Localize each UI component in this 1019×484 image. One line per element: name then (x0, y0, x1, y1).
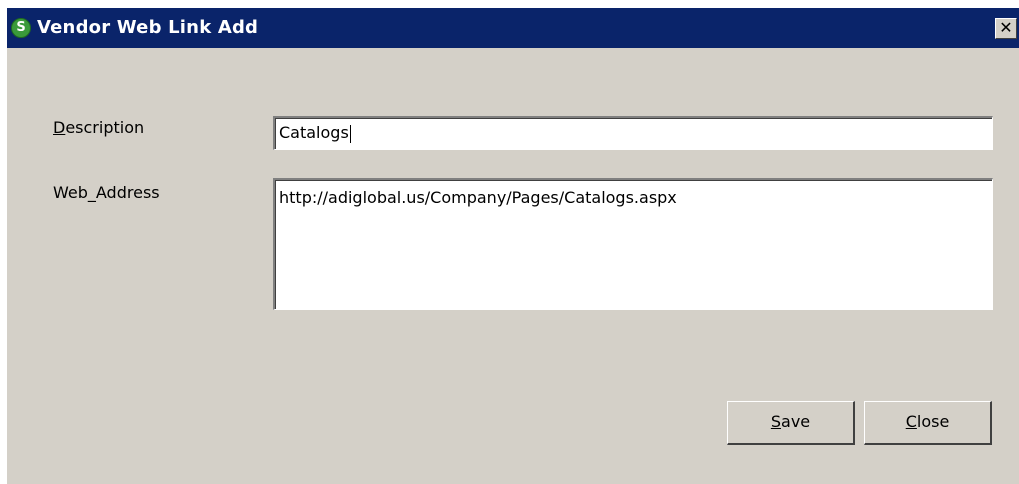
text-caret (349, 124, 351, 143)
web-address-textarea[interactable]: http://adiglobal.us/Company/Pages/Catalo… (273, 178, 993, 310)
description-input[interactable]: Catalogs (273, 116, 993, 150)
close-icon: ✕ (999, 18, 1013, 37)
window-title: Vendor Web Link Add (37, 17, 259, 38)
web-address-label: Web_Address (53, 183, 160, 202)
close-window-button[interactable]: ✕ (995, 18, 1017, 39)
app-icon: S (11, 18, 31, 38)
save-button[interactable]: Save (727, 401, 855, 445)
close-button[interactable]: Close (864, 401, 992, 445)
title-bar[interactable]: S Vendor Web Link Add ✕ (7, 8, 1019, 48)
description-label: Description (53, 118, 145, 137)
dialog-window: S Vendor Web Link Add ✕ Description Cata… (7, 8, 1019, 484)
